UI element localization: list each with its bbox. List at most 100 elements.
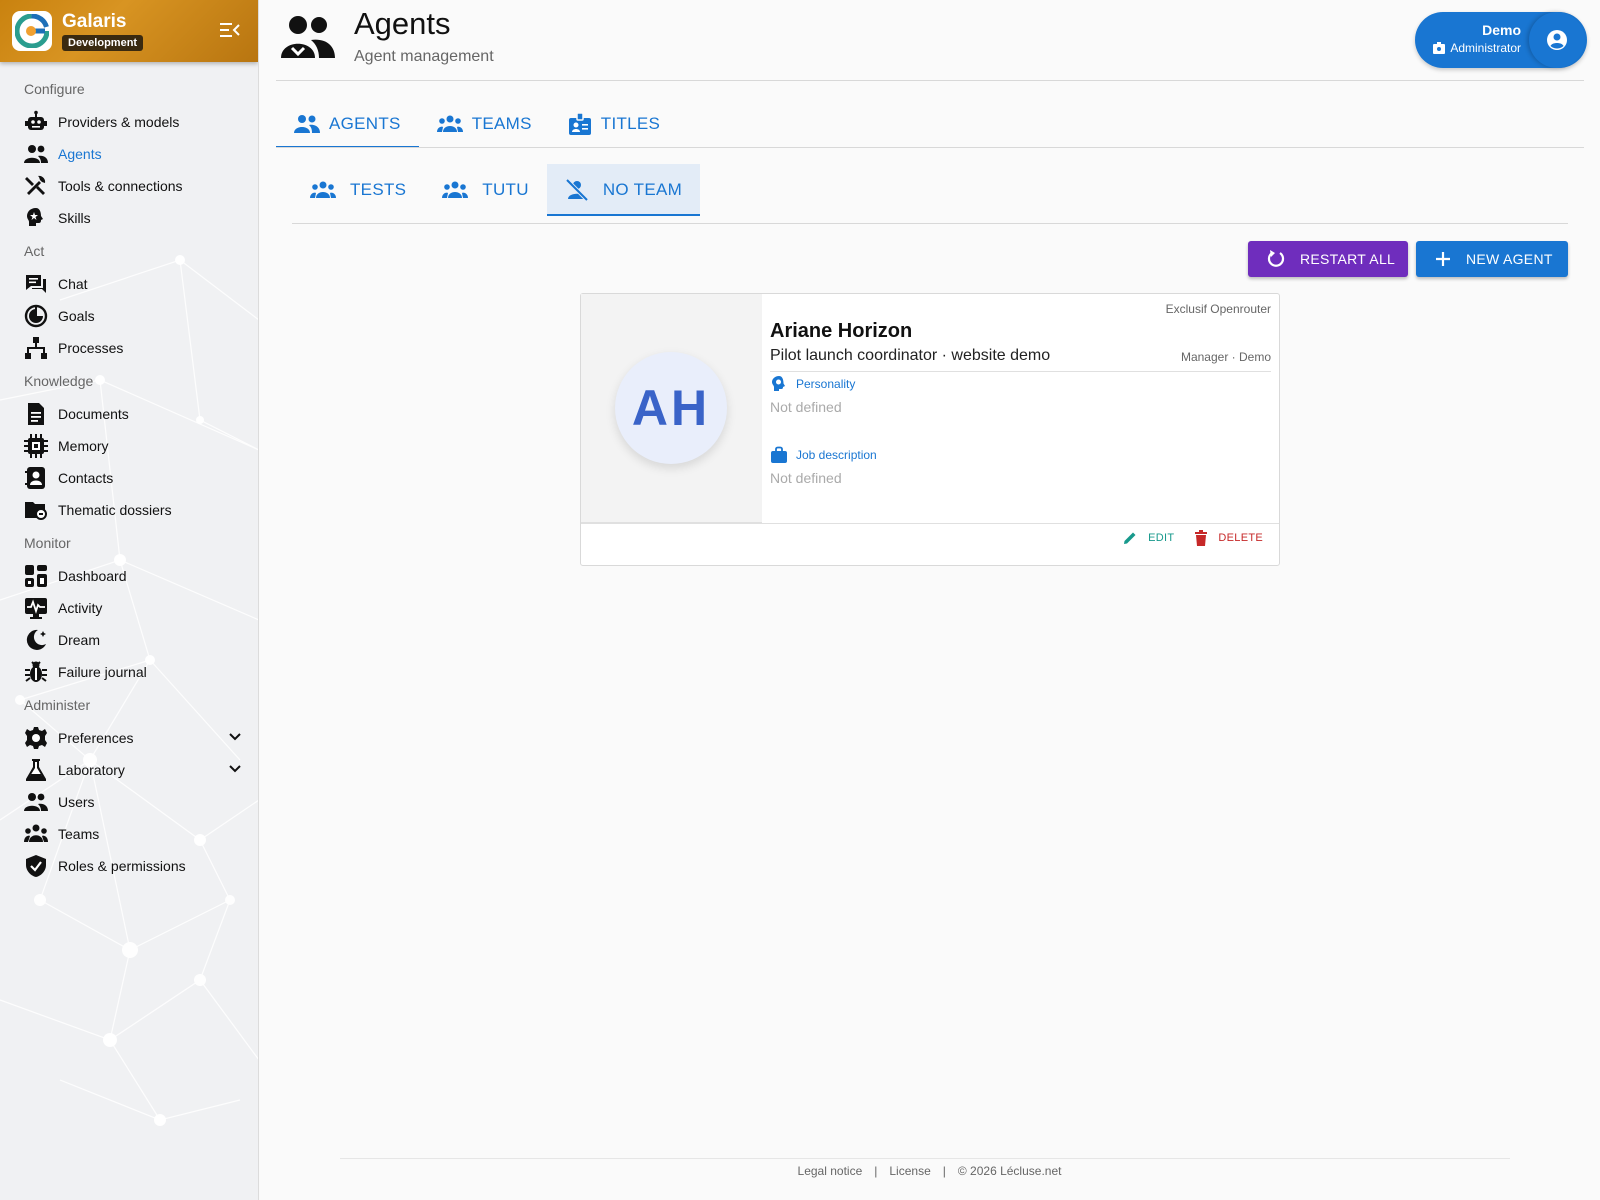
copyright-text: © 2026 Lécluse.net: [957, 1164, 1062, 1178]
sidebar-item-agents[interactable]: Agents: [0, 138, 258, 170]
header-divider: [276, 80, 1584, 81]
folder-icon: [25, 502, 47, 520]
section-monitor: Monitor: [24, 535, 71, 551]
main-tabs: AGENTS TEAMS TITLES: [276, 100, 678, 148]
page-title: Agents: [354, 6, 451, 41]
contacts-icon: [25, 467, 45, 489]
sidebar-item-failure-journal[interactable]: Failure journal: [0, 656, 258, 688]
document-icon: [28, 403, 44, 425]
trash-icon: [1195, 530, 1208, 546]
license-link[interactable]: License: [889, 1164, 930, 1178]
shield-icon: [26, 855, 46, 877]
teams-icon: [310, 181, 336, 198]
subtab-tests[interactable]: TESTS: [292, 164, 424, 216]
sidebar-item-goals[interactable]: Goals: [0, 300, 258, 332]
badge-icon: [1433, 42, 1446, 54]
flask-icon: [26, 759, 46, 781]
tab-agents[interactable]: AGENTS: [276, 100, 419, 148]
teams-icon: [24, 824, 48, 842]
collapse-menu-button[interactable]: [220, 21, 240, 39]
agent-avatar-panel: AH: [581, 294, 762, 523]
sidebar-item-label: Tools & connections: [58, 178, 183, 194]
sidebar-item-documents[interactable]: Documents: [0, 398, 258, 430]
sidebar-item-providers[interactable]: Providers & models: [0, 106, 258, 138]
sidebar-item-label: Laboratory: [58, 762, 125, 778]
sidebar-item-teams[interactable]: Teams: [0, 818, 258, 850]
edit-agent-button[interactable]: EDIT: [1122, 530, 1174, 546]
gear-icon: [25, 727, 47, 749]
sidebar-item-label: Dream: [58, 632, 101, 648]
sidebar-item-label: Users: [58, 794, 95, 810]
subtabs-divider: [292, 223, 1568, 224]
subtab-no-team[interactable]: NO TEAM: [546, 164, 701, 216]
sidebar-item-memory[interactable]: Memory: [0, 430, 258, 462]
tab-titles[interactable]: TITLES: [550, 100, 678, 148]
galaris-logo-icon: [15, 14, 49, 48]
user-avatar[interactable]: [1529, 12, 1585, 68]
chat-icon: [26, 275, 46, 293]
sidebar-item-label: Skills: [58, 210, 91, 226]
sidebar-item-dream[interactable]: Dream: [0, 624, 258, 656]
agent-avatar: AH: [615, 352, 727, 464]
restart-icon: [1267, 250, 1285, 267]
section-act: Act: [24, 243, 45, 259]
user-menu-button[interactable]: Demo Administrator: [1415, 12, 1587, 68]
sidebar-item-label: Providers & models: [58, 114, 180, 130]
sidebar-item-dashboard[interactable]: Dashboard: [0, 560, 258, 592]
section-configure: Configure: [24, 81, 85, 97]
briefcase-icon: [771, 446, 787, 463]
processes-icon: [25, 337, 47, 359]
subtab-tutu[interactable]: TUTU: [424, 164, 547, 216]
chevron-down-icon[interactable]: [228, 730, 242, 744]
user-name: Demo: [1482, 22, 1521, 38]
sidebar-nav: Configure Providers & models Agents Tool…: [0, 62, 258, 882]
footer-separator: |: [942, 1164, 946, 1178]
new-agent-button[interactable]: NEW AGENT: [1416, 241, 1568, 277]
footer-separator: |: [874, 1164, 878, 1178]
agents-icon: [294, 115, 320, 133]
sidebar-item-label: Contacts: [58, 470, 114, 486]
sidebar-item-roles[interactable]: Roles & permissions: [0, 850, 258, 882]
brand-header: Galaris Development: [0, 0, 258, 62]
agent-name: Ariane Horizon: [770, 320, 913, 342]
restart-all-button[interactable]: RESTART ALL: [1248, 241, 1408, 277]
sidebar-item-users[interactable]: Users: [0, 786, 258, 818]
sidebar-item-skills[interactable]: Skills: [0, 202, 258, 234]
agents-icon: [24, 145, 48, 163]
account-circle-icon: [1547, 30, 1567, 50]
agent-card: AH Exclusif Openrouter Ariane Horizon Pi…: [580, 293, 1280, 566]
sidebar-item-contacts[interactable]: Contacts: [0, 462, 258, 494]
agent-provider: Exclusif Openrouter: [1165, 302, 1271, 316]
agent-meta: Manager · Demo: [1180, 350, 1271, 364]
section-knowledge: Knowledge: [24, 373, 94, 389]
sidebar-item-dossiers[interactable]: Thematic dossiers: [0, 494, 258, 526]
tab-teams[interactable]: TEAMS: [419, 100, 550, 148]
page-subtitle: Agent management: [354, 48, 494, 65]
user-role: Administrator: [1432, 41, 1521, 55]
sidebar-item-tools[interactable]: Tools & connections: [0, 170, 258, 202]
footer: Legal notice | License | © 2026 Lécluse.…: [0, 1164, 1600, 1178]
chevron-down-icon[interactable]: [228, 762, 242, 776]
sidebar-item-label: Memory: [58, 438, 109, 454]
environment-badge: Development: [62, 35, 144, 51]
sidebar-item-label: Agents: [58, 146, 102, 162]
robot-icon: [25, 110, 47, 130]
agent-title: Pilot launch coordinator · website demo: [770, 347, 1051, 364]
sidebar-item-processes[interactable]: Processes: [0, 332, 258, 364]
legal-notice-link[interactable]: Legal notice: [798, 1164, 863, 1178]
tabs-divider: [276, 147, 1584, 148]
sidebar-item-label: Roles & permissions: [58, 858, 186, 874]
users-icon: [24, 793, 48, 811]
sidebar-item-label: Preferences: [58, 730, 134, 746]
sidebar-item-label: Documents: [58, 406, 129, 422]
sidebar-item-activity[interactable]: Activity: [0, 592, 258, 624]
sidebar-item-laboratory[interactable]: Laboratory: [0, 754, 258, 786]
sidebar-item-label: Thematic dossiers: [58, 502, 172, 518]
goals-icon: [24, 304, 48, 328]
sidebar-item-preferences[interactable]: Preferences: [0, 722, 258, 754]
galaris-logo[interactable]: [12, 11, 52, 51]
dashboard-icon: [25, 565, 47, 587]
sidebar-item-chat[interactable]: Chat: [0, 268, 258, 300]
sidebar: Galaris Development Configure Providers …: [0, 0, 259, 1200]
delete-agent-button[interactable]: DELETE: [1194, 530, 1263, 546]
